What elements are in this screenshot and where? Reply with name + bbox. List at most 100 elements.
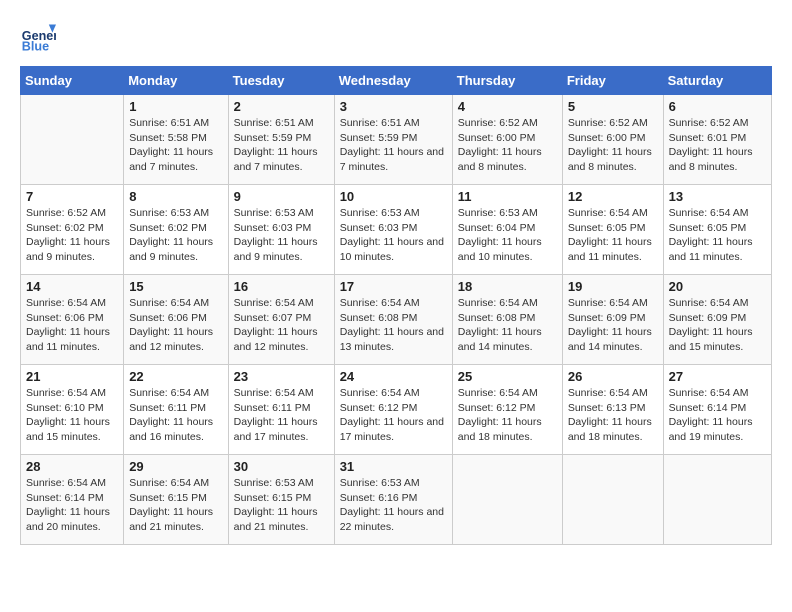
day-number: 11 xyxy=(458,189,557,204)
day-number: 9 xyxy=(234,189,329,204)
day-info: Sunrise: 6:54 AMSunset: 6:07 PMDaylight:… xyxy=(234,296,329,355)
week-row: 14 Sunrise: 6:54 AMSunset: 6:06 PMDayligh… xyxy=(21,275,772,365)
calendar-cell: 17 Sunrise: 6:54 AMSunset: 6:08 PMDayligh… xyxy=(334,275,452,365)
calendar-cell: 18Sunrise: 6:54 AMSunset: 6:08 PMDayligh… xyxy=(452,275,562,365)
day-info: Sunrise: 6:53 AMSunset: 6:16 PMDaylight:… xyxy=(340,476,447,535)
day-number: 26 xyxy=(568,369,658,384)
day-number: 15 xyxy=(129,279,222,294)
day-number: 13 xyxy=(669,189,766,204)
calendar-table: SundayMondayTuesdayWednesdayThursdayFrid… xyxy=(20,66,772,545)
day-info: Sunrise: 6:54 AMSunset: 6:12 PMDaylight:… xyxy=(458,386,557,445)
day-info: Sunrise: 6:53 AMSunset: 6:03 PMDaylight:… xyxy=(340,206,447,265)
day-number: 6 xyxy=(669,99,766,114)
day-number: 2 xyxy=(234,99,329,114)
day-number: 21 xyxy=(26,369,118,384)
calendar-cell: 8 Sunrise: 6:53 AMSunset: 6:02 PMDaylight… xyxy=(124,185,228,275)
day-info: Sunrise: 6:54 AMSunset: 6:06 PMDaylight:… xyxy=(129,296,222,355)
calendar-cell: 12 Sunrise: 6:54 AMSunset: 6:05 PMDayligh… xyxy=(562,185,663,275)
day-number: 3 xyxy=(340,99,447,114)
day-info: Sunrise: 6:52 AMSunset: 6:00 PMDaylight:… xyxy=(458,116,557,175)
day-info: Sunrise: 6:52 AMSunset: 6:00 PMDaylight:… xyxy=(568,116,658,175)
col-header-saturday: Saturday xyxy=(663,67,771,95)
day-info: Sunrise: 6:53 AMSunset: 6:15 PMDaylight:… xyxy=(234,476,329,535)
day-info: Sunrise: 6:54 AMSunset: 6:14 PMDaylight:… xyxy=(669,386,766,445)
calendar-cell: 30Sunrise: 6:53 AMSunset: 6:15 PMDayligh… xyxy=(228,455,334,545)
calendar-cell: 16 Sunrise: 6:54 AMSunset: 6:07 PMDayligh… xyxy=(228,275,334,365)
day-info: Sunrise: 6:51 AMSunset: 5:58 PMDaylight:… xyxy=(129,116,222,175)
calendar-cell: 4 Sunrise: 6:52 AMSunset: 6:00 PMDaylight… xyxy=(452,95,562,185)
day-info: Sunrise: 6:51 AMSunset: 5:59 PMDaylight:… xyxy=(234,116,329,175)
calendar-cell: 23Sunrise: 6:54 AMSunset: 6:11 PMDayligh… xyxy=(228,365,334,455)
day-info: Sunrise: 6:53 AMSunset: 6:02 PMDaylight:… xyxy=(129,206,222,265)
week-row: 21 Sunrise: 6:54 AMSunset: 6:10 PMDayligh… xyxy=(21,365,772,455)
day-number: 8 xyxy=(129,189,222,204)
day-number: 14 xyxy=(26,279,118,294)
logo: General Blue xyxy=(20,20,60,56)
day-info: Sunrise: 6:54 AMSunset: 6:08 PMDaylight:… xyxy=(340,296,447,355)
day-number: 19 xyxy=(568,279,658,294)
calendar-cell: 10 Sunrise: 6:53 AMSunset: 6:03 PMDayligh… xyxy=(334,185,452,275)
day-number: 1 xyxy=(129,99,222,114)
calendar-cell: 3 Sunrise: 6:51 AMSunset: 5:59 PMDaylight… xyxy=(334,95,452,185)
calendar-header: SundayMondayTuesdayWednesdayThursdayFrid… xyxy=(21,67,772,95)
day-number: 4 xyxy=(458,99,557,114)
calendar-cell: 15 Sunrise: 6:54 AMSunset: 6:06 PMDayligh… xyxy=(124,275,228,365)
day-number: 22 xyxy=(129,369,222,384)
calendar-cell: 20Sunrise: 6:54 AMSunset: 6:09 PMDayligh… xyxy=(663,275,771,365)
day-number: 27 xyxy=(669,369,766,384)
calendar-cell xyxy=(562,455,663,545)
day-number: 10 xyxy=(340,189,447,204)
day-info: Sunrise: 6:54 AMSunset: 6:10 PMDaylight:… xyxy=(26,386,118,445)
calendar-cell: 1 Sunrise: 6:51 AMSunset: 5:58 PMDaylight… xyxy=(124,95,228,185)
calendar-cell xyxy=(663,455,771,545)
calendar-cell xyxy=(452,455,562,545)
day-number: 24 xyxy=(340,369,447,384)
day-info: Sunrise: 6:53 AMSunset: 6:04 PMDaylight:… xyxy=(458,206,557,265)
col-header-monday: Monday xyxy=(124,67,228,95)
day-info: Sunrise: 6:54 AMSunset: 6:09 PMDaylight:… xyxy=(669,296,766,355)
day-info: Sunrise: 6:54 AMSunset: 6:08 PMDaylight:… xyxy=(458,296,557,355)
day-number: 16 xyxy=(234,279,329,294)
day-info: Sunrise: 6:51 AMSunset: 5:59 PMDaylight:… xyxy=(340,116,447,175)
week-row: 1 Sunrise: 6:51 AMSunset: 5:58 PMDaylight… xyxy=(21,95,772,185)
day-number: 17 xyxy=(340,279,447,294)
calendar-cell: 19 Sunrise: 6:54 AMSunset: 6:09 PMDayligh… xyxy=(562,275,663,365)
day-number: 7 xyxy=(26,189,118,204)
calendar-cell: 27 Sunrise: 6:54 AMSunset: 6:14 PMDayligh… xyxy=(663,365,771,455)
calendar-cell: 29Sunrise: 6:54 AMSunset: 6:15 PMDayligh… xyxy=(124,455,228,545)
calendar-cell: 21 Sunrise: 6:54 AMSunset: 6:10 PMDayligh… xyxy=(21,365,124,455)
calendar-cell: 14 Sunrise: 6:54 AMSunset: 6:06 PMDayligh… xyxy=(21,275,124,365)
day-number: 31 xyxy=(340,459,447,474)
calendar-cell: 11 Sunrise: 6:53 AMSunset: 6:04 PMDayligh… xyxy=(452,185,562,275)
page-header: General Blue xyxy=(20,20,772,56)
day-info: Sunrise: 6:52 AMSunset: 6:01 PMDaylight:… xyxy=(669,116,766,175)
calendar-cell: 7 Sunrise: 6:52 AMSunset: 6:02 PMDaylight… xyxy=(21,185,124,275)
day-number: 5 xyxy=(568,99,658,114)
calendar-cell: 2 Sunrise: 6:51 AMSunset: 5:59 PMDaylight… xyxy=(228,95,334,185)
day-number: 12 xyxy=(568,189,658,204)
calendar-cell: 26 Sunrise: 6:54 AMSunset: 6:13 PMDayligh… xyxy=(562,365,663,455)
day-number: 23 xyxy=(234,369,329,384)
calendar-cell: 9 Sunrise: 6:53 AMSunset: 6:03 PMDaylight… xyxy=(228,185,334,275)
day-info: Sunrise: 6:54 AMSunset: 6:06 PMDaylight:… xyxy=(26,296,118,355)
calendar-cell xyxy=(21,95,124,185)
day-number: 29 xyxy=(129,459,222,474)
calendar-cell: 25 Sunrise: 6:54 AMSunset: 6:12 PMDayligh… xyxy=(452,365,562,455)
calendar-cell: 6 Sunrise: 6:52 AMSunset: 6:01 PMDaylight… xyxy=(663,95,771,185)
day-info: Sunrise: 6:54 AMSunset: 6:14 PMDaylight:… xyxy=(26,476,118,535)
day-info: Sunrise: 6:53 AMSunset: 6:03 PMDaylight:… xyxy=(234,206,329,265)
calendar-cell: 22 Sunrise: 6:54 AMSunset: 6:11 PMDayligh… xyxy=(124,365,228,455)
day-info: Sunrise: 6:54 AMSunset: 6:09 PMDaylight:… xyxy=(568,296,658,355)
calendar-cell: 5 Sunrise: 6:52 AMSunset: 6:00 PMDaylight… xyxy=(562,95,663,185)
week-row: 7 Sunrise: 6:52 AMSunset: 6:02 PMDaylight… xyxy=(21,185,772,275)
day-number: 28 xyxy=(26,459,118,474)
calendar-cell: 13Sunrise: 6:54 AMSunset: 6:05 PMDayligh… xyxy=(663,185,771,275)
day-info: Sunrise: 6:52 AMSunset: 6:02 PMDaylight:… xyxy=(26,206,118,265)
logo-icon: General Blue xyxy=(20,20,56,56)
col-header-thursday: Thursday xyxy=(452,67,562,95)
col-header-wednesday: Wednesday xyxy=(334,67,452,95)
day-info: Sunrise: 6:54 AMSunset: 6:13 PMDaylight:… xyxy=(568,386,658,445)
day-info: Sunrise: 6:54 AMSunset: 6:11 PMDaylight:… xyxy=(129,386,222,445)
day-number: 25 xyxy=(458,369,557,384)
day-info: Sunrise: 6:54 AMSunset: 6:05 PMDaylight:… xyxy=(568,206,658,265)
